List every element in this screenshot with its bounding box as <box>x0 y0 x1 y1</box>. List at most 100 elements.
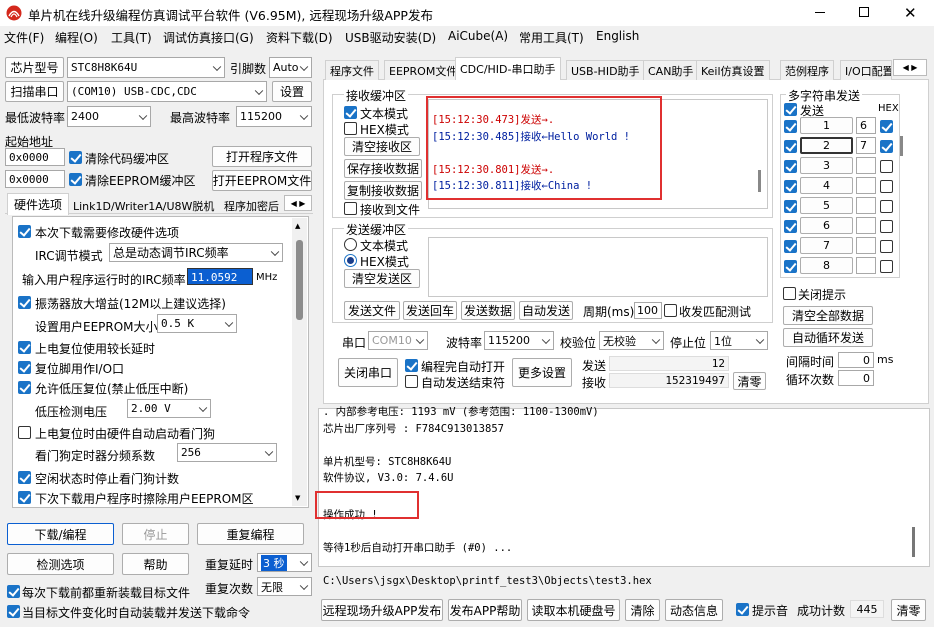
recv-text-mode-checkbox[interactable] <box>344 106 357 119</box>
reset-count-button[interactable]: 清零 <box>733 372 766 390</box>
opt-erase-eeprom-checkbox[interactable] <box>18 491 31 504</box>
tab-usb-hid[interactable]: USB-HID助手 <box>566 60 645 80</box>
address-field-1[interactable]: 0x0000 <box>5 148 65 166</box>
menu-tools[interactable]: 工具(T) <box>111 29 152 46</box>
tab-link1d[interactable]: Link1D/Writer1A/U8W脱机 <box>73 198 214 214</box>
opt-reset-io-checkbox[interactable] <box>18 361 31 374</box>
tab-hardware[interactable]: 硬件选项 <box>7 193 69 215</box>
stop-bits-select[interactable]: 1位 <box>710 331 768 350</box>
more-settings-button[interactable]: 更多设置 <box>512 358 572 387</box>
output-log-scrollbar[interactable] <box>912 527 915 557</box>
multi-scrollbar[interactable] <box>899 118 907 274</box>
left-tab-scroll[interactable]: ◀ ▶ <box>284 195 312 211</box>
baud-select[interactable]: 115200 <box>484 331 554 350</box>
multi-row-hex-checkbox[interactable] <box>880 260 893 273</box>
send-file-button[interactable]: 发送文件 <box>344 301 400 320</box>
multi-row-hex-checkbox[interactable] <box>880 140 893 153</box>
tab-can[interactable]: CAN助手 <box>643 60 699 80</box>
multi-row-checkbox[interactable] <box>784 240 797 253</box>
send-hex-mode-radio[interactable] <box>344 254 357 267</box>
open-eeprom-button[interactable]: 打开EEPROM文件 <box>212 170 312 191</box>
tab-io-config[interactable]: I/O口配置 <box>840 60 892 80</box>
tab-examples[interactable]: 范例程序 <box>780 60 834 80</box>
chip-select[interactable]: STC8H8K64U <box>67 57 225 78</box>
menu-debug[interactable]: 调试仿真接口(G) <box>163 29 254 46</box>
multi-row-checkbox[interactable] <box>784 140 797 153</box>
reload-before-checkbox[interactable] <box>7 585 20 598</box>
multi-row-input[interactable] <box>856 177 876 194</box>
multi-row-checkbox[interactable] <box>784 220 797 233</box>
menu-english[interactable]: English <box>596 29 639 43</box>
clear-code-checkbox[interactable] <box>69 151 82 164</box>
close-button[interactable]: ✕ <box>886 0 934 26</box>
multi-row-input[interactable]: 6 <box>856 117 876 134</box>
multi-row-button[interactable]: 4 <box>800 177 853 194</box>
multi-row-input[interactable] <box>856 217 876 234</box>
read-disk-button[interactable]: 读取本机硬盘号 <box>527 599 620 621</box>
right-tab-scroll[interactable]: ◀ ▶ <box>893 59 927 76</box>
clear-all-data-button[interactable]: 清空全部数据 <box>783 306 873 325</box>
menu-file[interactable]: 文件(F) <box>4 29 44 46</box>
port-select-right[interactable]: COM10 <box>368 331 428 350</box>
opt-low-voltage-checkbox[interactable] <box>18 381 31 394</box>
recv-hex-mode-checkbox[interactable] <box>344 122 357 135</box>
multi-row-hex-checkbox[interactable] <box>880 220 893 233</box>
multi-row-checkbox[interactable] <box>784 260 797 273</box>
tab-encrypt[interactable]: 程序加密后 <box>224 198 279 214</box>
tab-program-file[interactable]: 程序文件 <box>325 60 379 80</box>
irc-mode-select[interactable]: 总是动态调节IRC频率 <box>109 243 283 262</box>
copy-receive-button[interactable]: 复制接收数据 <box>344 181 422 200</box>
menu-aicube[interactable]: AiCube(A) <box>448 29 508 43</box>
period-input[interactable]: 100 <box>634 302 662 319</box>
opt-modify-hw-checkbox[interactable] <box>18 225 31 238</box>
auto-open-checkbox[interactable] <box>405 359 418 372</box>
menu-common-tools[interactable]: 常用工具(T) <box>519 29 584 46</box>
auto-end-checkbox[interactable] <box>405 375 418 388</box>
scan-port-button[interactable]: 扫描串口 <box>5 81 64 102</box>
open-program-button[interactable]: 打开程序文件 <box>212 146 312 167</box>
min-baud-select[interactable]: 2400 <box>67 106 151 127</box>
recv-to-file-checkbox[interactable] <box>344 202 357 215</box>
max-baud-select[interactable]: 115200 <box>236 106 312 127</box>
multi-row-hex-checkbox[interactable] <box>880 120 893 133</box>
multi-row-input[interactable] <box>856 197 876 214</box>
irc-freq-input[interactable]: 11.0592 <box>187 268 253 285</box>
close-port-button[interactable]: 关闭串口 <box>338 358 398 387</box>
stop-button[interactable]: 停止 <box>122 523 189 545</box>
port-select[interactable]: (COM10) USB-CDC,CDC <box>67 81 267 102</box>
repeat-count-select[interactable]: 无限 <box>257 577 312 596</box>
minimize-button[interactable] <box>798 0 842 26</box>
settings-button[interactable]: 设置 <box>272 81 312 102</box>
multi-row-checkbox[interactable] <box>784 180 797 193</box>
multi-row-button[interactable]: 2 <box>800 137 853 154</box>
close-tip-checkbox[interactable] <box>783 287 796 300</box>
repeat-delay-select[interactable]: 3 秒 <box>257 553 312 572</box>
send-data-button[interactable]: 发送数据 <box>461 301 515 320</box>
multi-row-button[interactable]: 8 <box>800 257 853 274</box>
multi-row-hex-checkbox[interactable] <box>880 200 893 213</box>
watchdog-div-select[interactable]: 256 <box>177 443 277 462</box>
receive-scrollbar[interactable] <box>758 170 761 192</box>
opt-watchdog-checkbox[interactable] <box>18 426 31 439</box>
multi-row-button[interactable]: 6 <box>800 217 853 234</box>
send-text-mode-radio[interactable] <box>344 238 357 251</box>
multi-row-hex-checkbox[interactable] <box>880 160 893 173</box>
multi-row-checkbox[interactable] <box>784 120 797 133</box>
multi-send-all-checkbox[interactable] <box>784 103 797 116</box>
maximize-button[interactable] <box>842 0 886 26</box>
multi-row-input[interactable]: 7 <box>856 137 876 154</box>
send-textarea[interactable] <box>428 237 768 297</box>
clear-send-button[interactable]: 清空发送区 <box>344 269 420 288</box>
opt-osc-gain-checkbox[interactable] <box>18 296 31 309</box>
download-button[interactable]: 下载/编程 <box>7 523 114 545</box>
beep-checkbox[interactable] <box>736 603 749 616</box>
menu-usb-driver[interactable]: USB驱动安装(D) <box>345 29 436 46</box>
reset-success-button[interactable]: 清零 <box>891 599 926 621</box>
save-receive-button[interactable]: 保存接收数据 <box>344 159 422 178</box>
multi-row-checkbox[interactable] <box>784 200 797 213</box>
dynamic-info-button[interactable]: 动态信息 <box>665 599 723 621</box>
match-test-checkbox[interactable] <box>664 304 677 317</box>
menu-download[interactable]: 资料下载(D) <box>266 29 333 46</box>
multi-row-button[interactable]: 1 <box>800 117 853 134</box>
multi-row-button[interactable]: 5 <box>800 197 853 214</box>
